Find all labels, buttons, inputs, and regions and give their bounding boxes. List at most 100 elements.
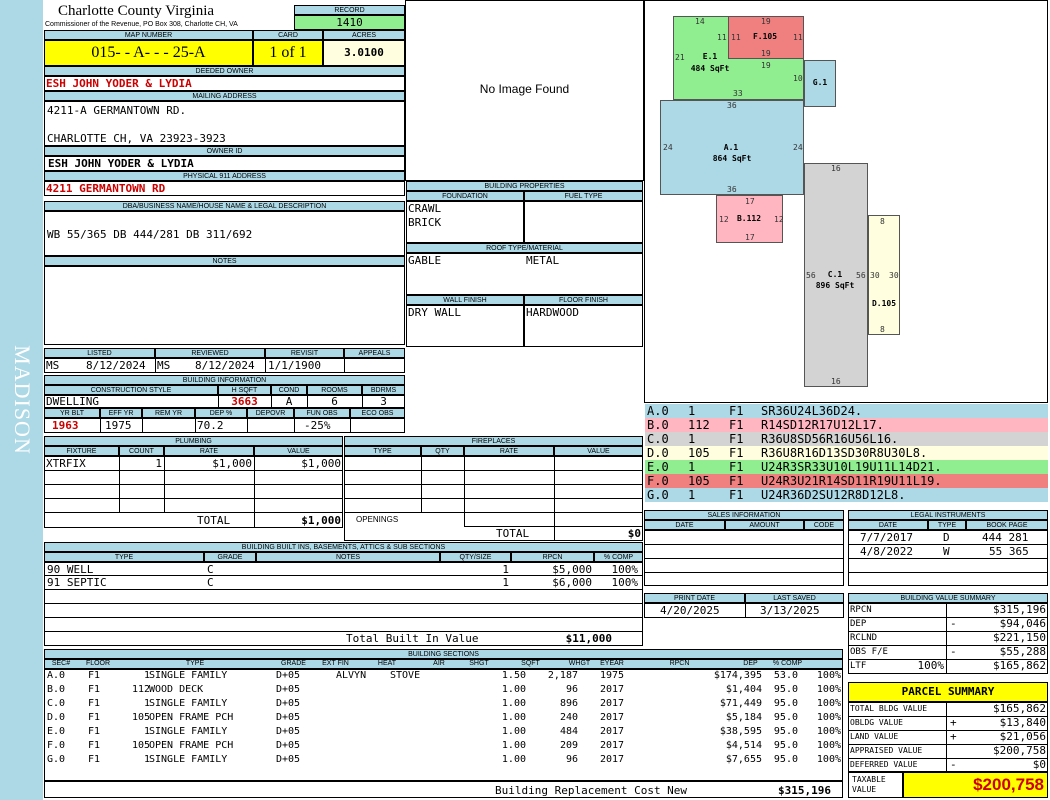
hsqft-value: 3663	[231, 395, 258, 408]
yrblt-header: YR BLT	[44, 408, 100, 418]
plumbing-count-header: COUNT	[119, 446, 164, 456]
sections-total-row	[44, 781, 843, 798]
vector-floor: F1	[729, 432, 744, 446]
builtin-qty-2: 1	[502, 576, 509, 589]
plumbing-rate-1: $1,000	[212, 457, 252, 470]
openings-label: OPENINGS	[356, 515, 399, 524]
vector-row: G.0 1 F1 U24R36D2SU12R8D12L8.	[645, 488, 1048, 502]
foundation-value-1: CRAWL	[408, 202, 442, 215]
section-eyear: 2017	[600, 712, 625, 723]
section-column-header: SQFT	[521, 660, 540, 667]
vector-qty: 1	[688, 404, 696, 418]
physical-address-header: PHYSICAL 911 ADDRESS	[44, 171, 405, 181]
bvs-rpcn-value: $315,196	[993, 603, 1046, 616]
dim-e-left: 21	[675, 53, 685, 62]
sales-code-header: CODE	[804, 520, 844, 530]
ps-appraised-label: APPRAISED VALUE	[850, 746, 923, 755]
building-information-header: BUILDING INFORMATION	[44, 375, 405, 385]
legal-type-header: TYPE	[928, 520, 966, 530]
plumbing-rate-header: RATE	[164, 446, 254, 456]
section-code: 1	[143, 754, 150, 765]
taxable-label-1: TAXABLE	[852, 775, 886, 784]
built-ins-header: BUILDING BUILT INS, BASEMENTS, ATTICS & …	[44, 542, 643, 552]
section-sec: C.0	[47, 698, 66, 709]
funobs-value: -25%	[304, 419, 331, 432]
cond-value: A	[285, 395, 293, 408]
roof-material-value: METAL	[526, 254, 560, 267]
bvs-obs-label: OBS F/E	[850, 647, 888, 657]
sketch-label-c1: C.1	[827, 270, 843, 279]
section-type: WOOD DECK	[149, 684, 204, 695]
physical-address-value: 4211 GERMANTOWN RD	[46, 182, 166, 195]
vector-row: F.0 105 F1 U24R3U21R14SD11R19U11L19.	[645, 474, 1048, 488]
section-floor: F1	[88, 712, 101, 723]
section-code: 1	[143, 698, 150, 709]
sketch-label-a1: A.1	[723, 143, 739, 152]
plumbing-value-1: $1,000	[301, 457, 341, 470]
vector-floor: F1	[729, 474, 744, 488]
fireplace-rate-header: RATE	[464, 446, 554, 456]
legal-type-1: D	[943, 531, 950, 544]
section-grade: D+05	[276, 670, 301, 681]
vector-floor: F1	[729, 460, 744, 474]
fireplace-total-label: TOTAL	[496, 527, 530, 540]
section-row: G.0 F1 1 SINGLE FAMILY D+05 1.00 96 2017 $7,655 9…	[45, 753, 843, 767]
dim-a-left: 24	[663, 143, 673, 152]
section-column-header: EYEAR	[600, 660, 624, 667]
ps-total-bldg-label: TOTAL BLDG VALUE	[850, 704, 928, 713]
effyr-value: 1975	[105, 419, 132, 432]
section-row: B.0 F1 112 WOOD DECK D+05 1.00 96 2017 $1,404 95.…	[45, 683, 843, 697]
deeded-owner-header: DEEDED OWNER	[44, 66, 405, 76]
reviewed-date: 8/12/2024	[195, 359, 255, 372]
section-shgt: 1.00	[501, 754, 526, 765]
taxable-label-2: VALUE	[852, 785, 877, 794]
wall-finish-header: WALL FINISH	[406, 295, 524, 305]
acres-header: ACRES	[323, 30, 405, 40]
section-dep: 95.0	[773, 754, 798, 765]
dep-pct-header: DEP %	[195, 408, 247, 418]
bvs-rpcn-label: RPCN	[850, 605, 872, 615]
vector-qty: 1	[688, 432, 696, 446]
dim-g-left: 10	[793, 74, 803, 83]
section-comp: 100%	[816, 740, 841, 751]
notes-box	[44, 266, 405, 345]
dim-a-right: 24	[793, 143, 803, 152]
sales-date-header: DATE	[644, 520, 725, 530]
bvs-rclnd-label: RCLND	[850, 633, 878, 643]
builtin-rpcn-2: $6,000	[552, 576, 592, 589]
ps-land-label: LAND VALUE	[850, 732, 899, 741]
section-grade: D+05	[276, 698, 301, 709]
vector-row: A.0 1 F1 SR36U24L36D24.	[645, 404, 1048, 418]
fireplace-value-header: VALUE	[554, 446, 643, 456]
dim-e-right: 11	[717, 33, 727, 42]
vector-sec: G.0	[647, 488, 669, 502]
vector-vec: SR36U24L36D24.	[761, 404, 863, 418]
section-dep: 95.0	[773, 726, 798, 737]
ps-appraised-value: $200,758	[993, 744, 1046, 757]
legal-instruments-header: LEGAL INSTRUMENTS	[848, 510, 1048, 520]
legal-date-2: 4/8/2022	[860, 545, 913, 558]
section-shgt: 1.00	[501, 740, 526, 751]
revisit-header: REVISIT	[265, 348, 344, 358]
section-grade: D+05	[276, 726, 301, 737]
vector-row: B.0 112 F1 R14SD12R17U12L17.	[645, 418, 1048, 432]
legal-book-2: 55 365	[989, 545, 1029, 558]
vector-floor: F1	[729, 488, 744, 502]
section-comp: 100%	[816, 670, 841, 681]
section-floor: F1	[88, 684, 101, 695]
record-value: 1410	[294, 15, 405, 30]
dim-b-bottom: 17	[745, 233, 755, 242]
section-floor: F1	[88, 698, 101, 709]
bvs-ltf-label: LTF	[850, 661, 867, 671]
section-floor: F1	[88, 740, 101, 751]
section-eyear: 2017	[600, 740, 625, 751]
dim-e-top: 14	[695, 17, 705, 26]
ps-obldg-label: OBLDG VALUE	[850, 718, 903, 727]
section-comp: 100%	[816, 698, 841, 709]
section-column-header: RPCN	[669, 660, 690, 667]
builtin-total-value: $11,000	[565, 632, 612, 645]
roof-box	[406, 253, 643, 295]
section-sqft: 96	[565, 754, 578, 765]
vector-qty: 105	[688, 474, 710, 488]
print-date-value: 4/20/2025	[660, 604, 720, 617]
